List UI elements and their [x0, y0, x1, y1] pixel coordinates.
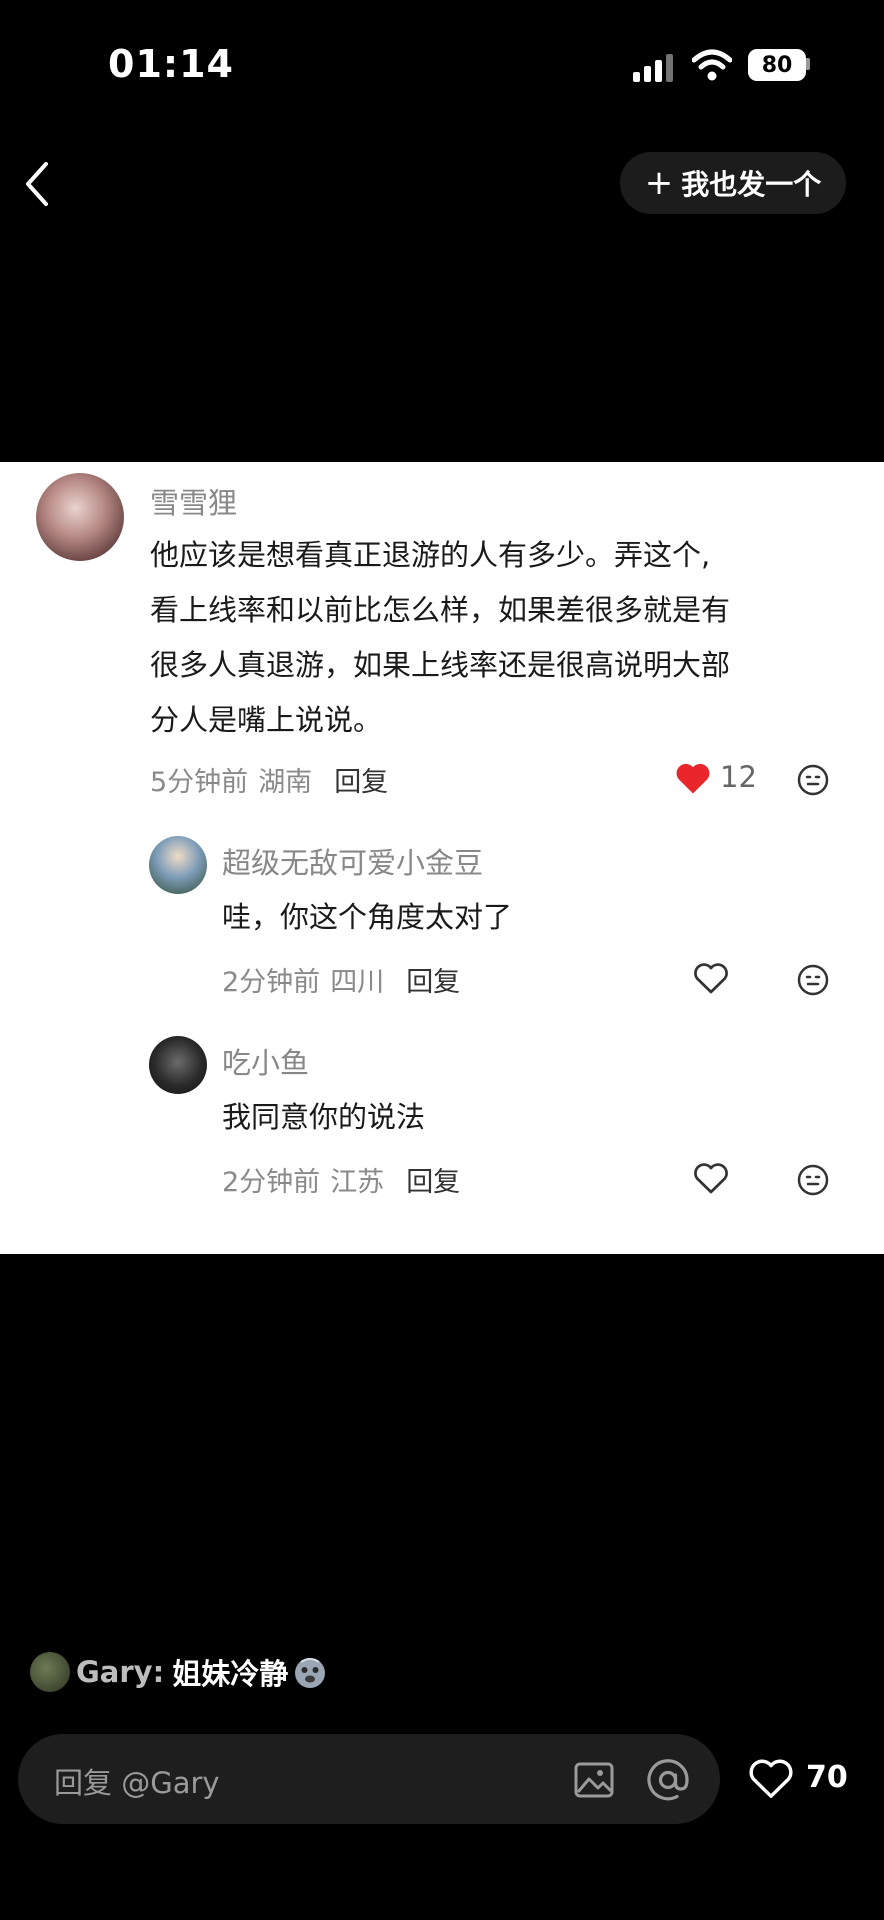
post-too-button[interactable]: + 我也发一个	[620, 152, 846, 214]
comment-line: 很多人真退游，如果上线率还是很高说明大部	[150, 648, 731, 682]
reply-text: 哇，你这个角度太对了	[222, 900, 513, 934]
comment-meta: 5分钟前 湖南 回复	[150, 760, 388, 799]
avatar[interactable]	[149, 836, 207, 894]
heart-outline-icon[interactable]	[693, 962, 729, 995]
reply-input-placeholder: 回复 @Gary	[54, 1766, 220, 1800]
plus-icon: +	[644, 163, 674, 203]
total-like-count: 70	[806, 1760, 848, 1795]
cold-face-emoji-icon	[295, 1658, 326, 1688]
reply-meta: 2分钟前 江苏 回复	[222, 1160, 460, 1199]
reply-username[interactable]: 超级无敌可爱小金豆	[222, 840, 483, 882]
wifi-icon	[692, 49, 732, 81]
top-comment-line[interactable]: Gary: 姐妹冷静	[30, 1652, 328, 1692]
smile-icon[interactable]	[797, 764, 829, 796]
status-time: 01:14	[108, 42, 234, 86]
comment-username[interactable]: 雪雪狸	[150, 480, 237, 522]
heart-outline-icon[interactable]	[693, 1162, 729, 1195]
smile-icon[interactable]	[797, 1164, 829, 1196]
reply-text: 我同意你的说法	[222, 1100, 426, 1134]
avatar[interactable]	[36, 473, 124, 561]
reply-time: 2分钟前	[222, 1167, 321, 1198]
heart-filled-icon[interactable]	[675, 762, 711, 795]
smile-icon[interactable]	[797, 964, 829, 996]
comment-text: 他应该是想看真正退游的人有多少。弄这个, 看上线率和以前比怎么样，如果差很多就是…	[150, 528, 860, 748]
signal-icon	[633, 52, 677, 82]
avatar[interactable]	[149, 1036, 207, 1094]
image-icon[interactable]	[574, 1760, 614, 1800]
heart-outline-icon[interactable]	[748, 1758, 794, 1800]
like-count: 12	[720, 760, 757, 794]
comment-location: 湖南	[258, 767, 313, 798]
reply-input[interactable]: 回复 @Gary	[18, 1734, 720, 1824]
reply-location: 江苏	[330, 1167, 385, 1198]
battery-indicator: 80	[748, 49, 806, 81]
avatar	[30, 1652, 70, 1692]
top-comment-user: Gary:	[76, 1655, 165, 1689]
comment-line: 分人是嘴上说说。	[150, 703, 383, 737]
reply-meta: 2分钟前 四川 回复	[222, 960, 460, 999]
reply-button[interactable]: 回复	[406, 1160, 460, 1199]
reply-location: 四川	[330, 967, 385, 998]
at-mention-icon[interactable]	[646, 1758, 690, 1802]
post-too-label: 我也发一个	[681, 168, 822, 201]
reply-time: 2分钟前	[222, 967, 321, 998]
top-comment-text: 姐妹冷静	[172, 1657, 289, 1691]
back-arrow-icon[interactable]	[22, 160, 52, 208]
comment-line: 看上线率和以前比怎么样，如果差很多就是有	[150, 593, 731, 627]
comment-time: 5分钟前	[150, 767, 249, 798]
comment-line: 他应该是想看真正退游的人有多少。弄这个,	[150, 538, 711, 572]
reply-username[interactable]: 吃小鱼	[222, 1040, 309, 1082]
reply-button[interactable]: 回复	[334, 760, 388, 799]
battery-nub	[806, 58, 810, 70]
reply-button[interactable]: 回复	[406, 960, 460, 999]
comment-card: 雪雪狸 他应该是想看真正退游的人有多少。弄这个, 看上线率和以前比怎么样，如果差…	[0, 462, 884, 1254]
